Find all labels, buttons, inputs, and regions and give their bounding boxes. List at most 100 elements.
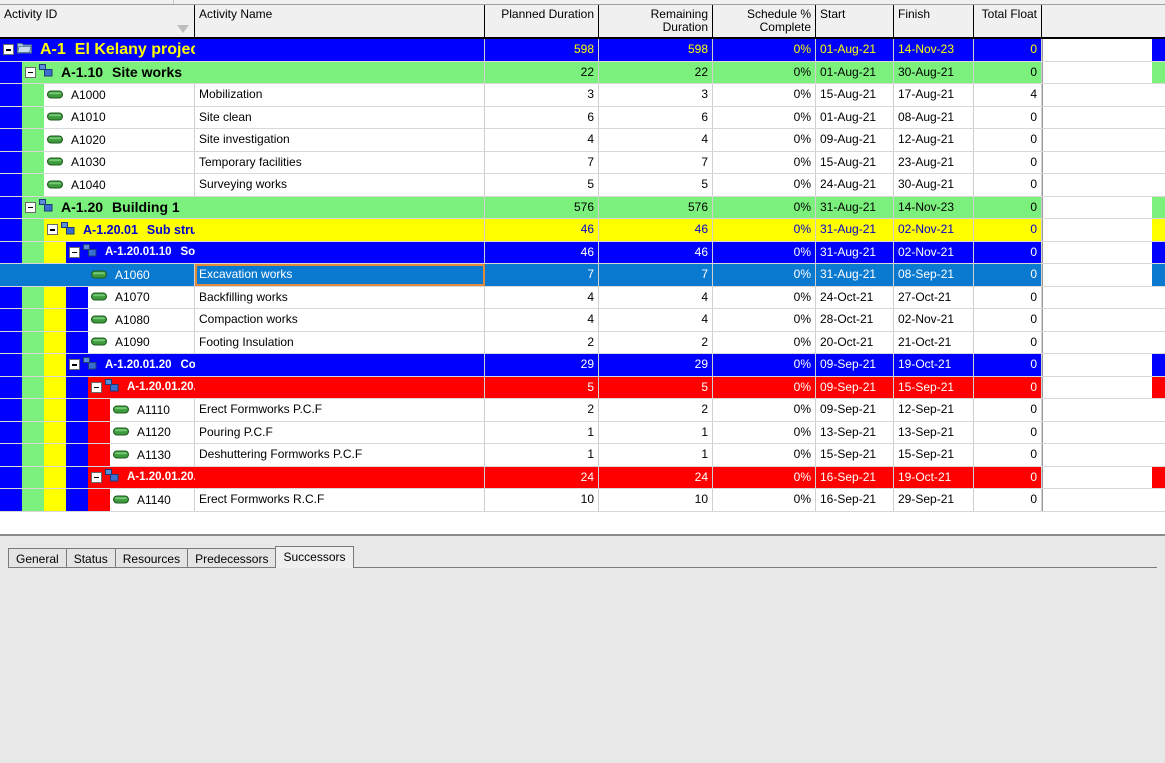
finish-date-cell[interactable]: 08-Sep-21: [894, 264, 974, 286]
activity-name-cell[interactable]: [195, 466, 485, 488]
activity-name-cell[interactable]: Site investigation: [195, 129, 485, 151]
start-date-cell[interactable]: 20-Oct-21: [816, 331, 894, 353]
column-header-finish[interactable]: Finish: [894, 5, 974, 37]
activity-id-cell[interactable]: A1130: [0, 444, 195, 466]
activity-name-cell[interactable]: [195, 354, 485, 376]
start-date-cell[interactable]: 28-Oct-21: [816, 309, 894, 331]
activity-id-cell[interactable]: A-1.20.01.20 Concrete works for foundatio…: [0, 354, 195, 376]
planned-duration-cell[interactable]: 10: [485, 489, 599, 511]
schedule-pct-complete-cell[interactable]: 0%: [713, 106, 816, 128]
planned-duration-cell[interactable]: 6: [485, 106, 599, 128]
activity-row[interactable]: A-1 El Kelany project 598 598 0% 01-Aug-21 14-…: [0, 39, 1165, 62]
total-float-cell[interactable]: 0: [974, 39, 1042, 61]
collapse-expand-toggle[interactable]: [69, 246, 80, 258]
finish-date-cell[interactable]: 30-Aug-21: [894, 61, 974, 83]
activity-id-cell[interactable]: A-1.20.01 Sub structure works: [0, 219, 195, 241]
start-date-cell[interactable]: 01-Aug-21: [816, 106, 894, 128]
blank-cell[interactable]: [1042, 174, 1152, 196]
total-float-cell[interactable]: 0: [974, 219, 1042, 241]
start-date-cell[interactable]: 31-Aug-21: [816, 241, 894, 263]
start-date-cell[interactable]: 15-Aug-21: [816, 84, 894, 106]
finish-date-cell[interactable]: 21-Oct-21: [894, 331, 974, 353]
activity-name-cell[interactable]: [195, 196, 485, 218]
column-header-planned-duration[interactable]: Planned Duration: [485, 5, 599, 37]
finish-date-cell[interactable]: 02-Nov-21: [894, 219, 974, 241]
planned-duration-cell[interactable]: 576: [485, 196, 599, 218]
column-header-remaining-duration[interactable]: Remaining Duration: [599, 5, 713, 37]
blank-cell[interactable]: [1042, 61, 1152, 83]
remaining-duration-cell[interactable]: 4: [599, 309, 713, 331]
activity-grid-body[interactable]: A-1 El Kelany project 598 598 0% 01-Aug-21 14-…: [0, 39, 1165, 534]
blank-cell[interactable]: [1042, 39, 1152, 61]
activity-id-cell[interactable]: A1110: [0, 399, 195, 421]
activity-row[interactable]: A1120 Pouring P.C.F 1 1 0% 13-Sep-21 13-Sep-21…: [0, 421, 1165, 444]
total-float-cell[interactable]: 0: [974, 106, 1042, 128]
collapse-expand-toggle[interactable]: [25, 201, 36, 213]
finish-date-cell[interactable]: 15-Sep-21: [894, 444, 974, 466]
schedule-pct-complete-cell[interactable]: 0%: [713, 39, 816, 61]
planned-duration-cell[interactable]: 2: [485, 331, 599, 353]
column-header-schedule-complete[interactable]: Schedule % Complete: [713, 5, 816, 37]
activity-name-cell[interactable]: Site clean: [195, 106, 485, 128]
start-date-cell[interactable]: 15-Sep-21: [816, 444, 894, 466]
planned-duration-cell[interactable]: 4: [485, 286, 599, 308]
schedule-pct-complete-cell[interactable]: 0%: [713, 466, 816, 488]
blank-cell[interactable]: [1042, 286, 1152, 308]
blank-cell[interactable]: [1042, 466, 1152, 488]
collapse-expand-toggle[interactable]: [47, 224, 58, 236]
finish-date-cell[interactable]: 30-Aug-21: [894, 174, 974, 196]
activity-row[interactable]: A1110 Erect Formworks P.C.F 2 2 0% 09-Sep-21 1…: [0, 399, 1165, 422]
activity-name-cell[interactable]: Backfilling works: [195, 286, 485, 308]
schedule-pct-complete-cell[interactable]: 0%: [713, 151, 816, 173]
blank-cell[interactable]: [1042, 489, 1152, 511]
planned-duration-cell[interactable]: 29: [485, 354, 599, 376]
blank-cell[interactable]: [1042, 264, 1152, 286]
collapse-expand-toggle[interactable]: [91, 381, 102, 393]
remaining-duration-cell[interactable]: 5: [599, 376, 713, 398]
remaining-duration-cell[interactable]: 4: [599, 286, 713, 308]
finish-date-cell[interactable]: 02-Nov-21: [894, 241, 974, 263]
start-date-cell[interactable]: 24-Aug-21: [816, 174, 894, 196]
activity-name-cell[interactable]: Excavation works: [195, 264, 485, 286]
activity-id-cell[interactable]: A1030: [0, 151, 195, 173]
blank-cell[interactable]: [1042, 106, 1152, 128]
activity-name-cell[interactable]: Deshuttering Formworks P.C.F: [195, 444, 485, 466]
planned-duration-cell[interactable]: 3: [485, 84, 599, 106]
activity-id-cell[interactable]: A-1.20.01.20.02Reinforced concrete found…: [0, 466, 195, 488]
tab-status[interactable]: Status: [65, 548, 116, 568]
remaining-duration-cell[interactable]: 3: [599, 84, 713, 106]
activity-name-cell[interactable]: [195, 61, 485, 83]
remaining-duration-cell[interactable]: 6: [599, 106, 713, 128]
schedule-pct-complete-cell[interactable]: 0%: [713, 376, 816, 398]
total-float-cell[interactable]: 0: [974, 241, 1042, 263]
total-float-cell[interactable]: 0: [974, 466, 1042, 488]
total-float-cell[interactable]: 0: [974, 376, 1042, 398]
start-date-cell[interactable]: 09-Sep-21: [816, 376, 894, 398]
activity-id-cell[interactable]: A1010: [0, 106, 195, 128]
schedule-pct-complete-cell[interactable]: 0%: [713, 354, 816, 376]
collapse-expand-toggle[interactable]: [91, 471, 102, 483]
remaining-duration-cell[interactable]: 2: [599, 399, 713, 421]
blank-cell[interactable]: [1042, 421, 1152, 443]
activity-name-cell[interactable]: [195, 376, 485, 398]
total-float-cell[interactable]: 0: [974, 61, 1042, 83]
activity-row[interactable]: A-1.20.01.20.01plain concrete foundation…: [0, 376, 1165, 399]
activity-id-cell[interactable]: A-1.10 Site works: [0, 61, 195, 83]
remaining-duration-cell[interactable]: 46: [599, 219, 713, 241]
remaining-duration-cell[interactable]: 1: [599, 421, 713, 443]
start-date-cell[interactable]: 09-Aug-21: [816, 129, 894, 151]
schedule-pct-complete-cell[interactable]: 0%: [713, 399, 816, 421]
schedule-pct-complete-cell[interactable]: 0%: [713, 129, 816, 151]
activity-name-cell[interactable]: Mobilization: [195, 84, 485, 106]
activity-name-cell[interactable]: Temporary facilities: [195, 151, 485, 173]
remaining-duration-cell[interactable]: 10: [599, 489, 713, 511]
remaining-duration-cell[interactable]: 22: [599, 61, 713, 83]
activity-id-cell[interactable]: A1140: [0, 489, 195, 511]
finish-date-cell[interactable]: 19-Oct-21: [894, 466, 974, 488]
total-float-cell[interactable]: 0: [974, 354, 1042, 376]
activity-row[interactable]: A1040 Surveying works 5 5 0% 24-Aug-21 30-Aug-…: [0, 174, 1165, 197]
schedule-pct-complete-cell[interactable]: 0%: [713, 286, 816, 308]
details-tabbar[interactable]: General Status Resources Predecessors Succes…: [8, 546, 354, 568]
activity-row[interactable]: A1140 Erect Formworks R.C.F 10 10 0% 16-Sep-2…: [0, 489, 1165, 512]
column-header-activity-name[interactable]: Activity Name: [195, 5, 485, 37]
